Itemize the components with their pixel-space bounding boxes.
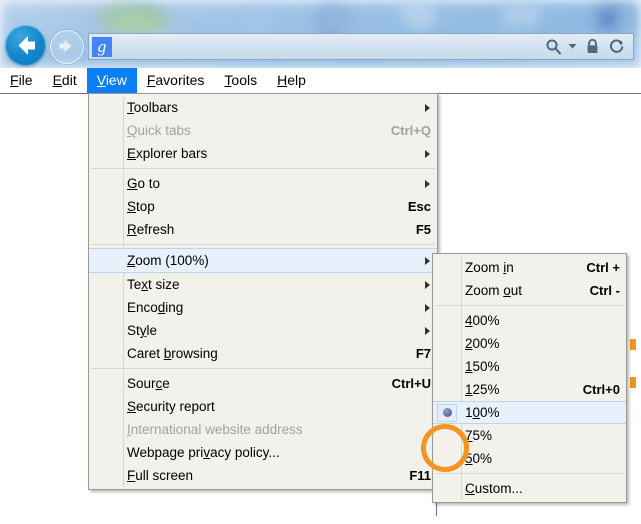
- view-menu-item-text-size[interactable]: Text size: [89, 273, 437, 296]
- menu-item-label: Explorer bars: [127, 146, 208, 161]
- back-button[interactable]: [5, 25, 46, 66]
- menu-item-label: Zoom out: [465, 283, 523, 298]
- view-menu-item-source[interactable]: Source Ctrl+U: [89, 372, 437, 395]
- view-menu-item-style[interactable]: Style: [89, 319, 437, 342]
- page-accent-mark: [630, 339, 636, 350]
- zoom-menu-item-custom[interactable]: Custom...: [433, 477, 626, 500]
- menu-item-label: Encoding: [127, 300, 184, 315]
- submenu-arrow-icon: [425, 256, 430, 265]
- view-menu-item-webpage-privacy-policy[interactable]: Webpage privacy policy...: [89, 441, 437, 464]
- menu-item-shortcut: Ctrl+0: [582, 382, 620, 397]
- refresh-icon[interactable]: [605, 36, 627, 58]
- radio-dot-icon: [442, 408, 452, 417]
- view-menu-item-stop[interactable]: Stop Esc: [89, 195, 437, 218]
- menu-item-label: 150%: [465, 359, 500, 374]
- menu-item-label: 125%: [465, 382, 500, 397]
- menu-separator: [435, 305, 624, 306]
- address-bar[interactable]: g: [88, 33, 634, 60]
- view-menu-item-toolbars[interactable]: Toolbars: [89, 96, 437, 119]
- menubar-item-tools[interactable]: Tools: [214, 68, 267, 93]
- menu-item-label: Custom...: [465, 481, 523, 496]
- zoom-menu-item-zoom-out[interactable]: Zoom out Ctrl -: [433, 279, 626, 302]
- view-menu-item-explorer-bars[interactable]: Explorer bars: [89, 142, 437, 165]
- menu-item-label: Go to: [127, 176, 161, 191]
- menu-item-label: 50%: [465, 451, 493, 466]
- menu-item-label: 400%: [465, 313, 500, 328]
- menu-item-shortcut: Ctrl -: [589, 283, 620, 298]
- menu-item-shortcut: F5: [415, 222, 431, 237]
- menu-item-shortcut: F7: [415, 346, 431, 361]
- view-menu-item-international-website-address: International website address: [89, 418, 437, 441]
- menu-item-label: Full screen: [127, 468, 194, 483]
- submenu-arrow-icon: [425, 280, 430, 289]
- view-menu-item-go-to[interactable]: Go to: [89, 172, 437, 195]
- menubar-item-view[interactable]: View: [86, 68, 137, 93]
- page-accent-mark: [630, 377, 636, 388]
- menu-item-label: Zoom in: [465, 260, 514, 275]
- menu-item-label: Webpage privacy policy...: [127, 445, 280, 460]
- menubar-item-favorites[interactable]: Favorites: [137, 68, 215, 93]
- zoom-menu-item-200[interactable]: 200%: [433, 332, 626, 355]
- zoom-menu-item-150[interactable]: 150%: [433, 355, 626, 378]
- menu-separator: [91, 168, 435, 169]
- radio-selected-indicator: [437, 403, 457, 422]
- menu-item-label: Zoom (100%): [127, 253, 209, 268]
- lock-icon[interactable]: [581, 36, 603, 58]
- submenu-arrow-icon: [425, 326, 430, 335]
- menu-item-shortcut: Esc: [407, 199, 431, 214]
- view-dropdown-menu: Toolbars Quick tabs Ctrl+Q Explorer bars Go …: [88, 93, 438, 490]
- zoom-menu-item-75[interactable]: 75%: [433, 424, 626, 447]
- menu-item-shortcut: F11: [409, 468, 431, 483]
- menu-item-label: 75%: [465, 428, 493, 443]
- view-menu-item-zoom-100[interactable]: Zoom (100%): [89, 248, 437, 273]
- menu-separator: [91, 244, 435, 245]
- menu-item-label: Stop: [127, 199, 155, 214]
- view-menu-item-encoding[interactable]: Encoding: [89, 296, 437, 319]
- menu-item-label: Source: [127, 376, 170, 391]
- zoom-menu-item-100[interactable]: 100%: [433, 401, 626, 424]
- menu-item-label: Refresh: [127, 222, 175, 237]
- search-icon[interactable]: [542, 36, 564, 58]
- view-menu-item-security-report[interactable]: Security report: [89, 395, 437, 418]
- menubar-item-help[interactable]: Help: [267, 68, 316, 93]
- forward-arrow-icon: [59, 38, 73, 54]
- menu-item-label: Quick tabs: [127, 123, 191, 138]
- submenu-arrow-icon: [425, 103, 430, 112]
- menu-item-label: 100%: [465, 405, 500, 420]
- view-menu-item-quick-tabs: Quick tabs Ctrl+Q: [89, 119, 437, 142]
- chevron-down-icon[interactable]: [566, 36, 579, 58]
- menu-separator: [435, 473, 624, 474]
- zoom-submenu: Zoom in Ctrl + Zoom out Ctrl - 400% 200% 150% 1…: [432, 253, 627, 503]
- menu-item-label: Style: [127, 323, 158, 338]
- forward-button[interactable]: [50, 30, 84, 64]
- menu-item-shortcut: Ctrl+U: [391, 376, 431, 391]
- menu-item-shortcut: Ctrl +: [586, 260, 620, 275]
- menubar-item-file[interactable]: File: [0, 68, 43, 93]
- menu-item-shortcut: Ctrl+Q: [390, 123, 431, 138]
- address-bar-icons: [542, 36, 633, 58]
- menu-bar: File Edit View Favorites Tools Help: [0, 68, 641, 93]
- favicon-google-icon: g: [92, 36, 112, 57]
- menu-item-label: Toolbars: [127, 100, 179, 115]
- submenu-arrow-icon: [425, 149, 430, 158]
- menu-item-label: Security report: [127, 399, 215, 414]
- view-menu-item-full-screen[interactable]: Full screen F11: [89, 464, 437, 487]
- menubar-item-edit[interactable]: Edit: [43, 68, 87, 93]
- view-menu-item-caret-browsing[interactable]: Caret browsing F7: [89, 342, 437, 365]
- menu-item-label: Text size: [127, 277, 180, 292]
- submenu-arrow-icon: [425, 179, 430, 188]
- menu-item-label: International website address: [127, 422, 303, 437]
- menu-separator: [91, 368, 435, 369]
- zoom-menu-item-zoom-in[interactable]: Zoom in Ctrl +: [433, 256, 626, 279]
- menu-item-label: 200%: [465, 336, 500, 351]
- submenu-arrow-icon: [425, 303, 430, 312]
- zoom-menu-item-125[interactable]: 125% Ctrl+0: [433, 378, 626, 401]
- back-arrow-icon: [18, 36, 35, 55]
- view-menu-item-refresh[interactable]: Refresh F5: [89, 218, 437, 241]
- zoom-menu-item-50[interactable]: 50%: [433, 447, 626, 470]
- menu-item-label: Caret browsing: [127, 346, 218, 361]
- zoom-menu-item-400[interactable]: 400%: [433, 309, 626, 332]
